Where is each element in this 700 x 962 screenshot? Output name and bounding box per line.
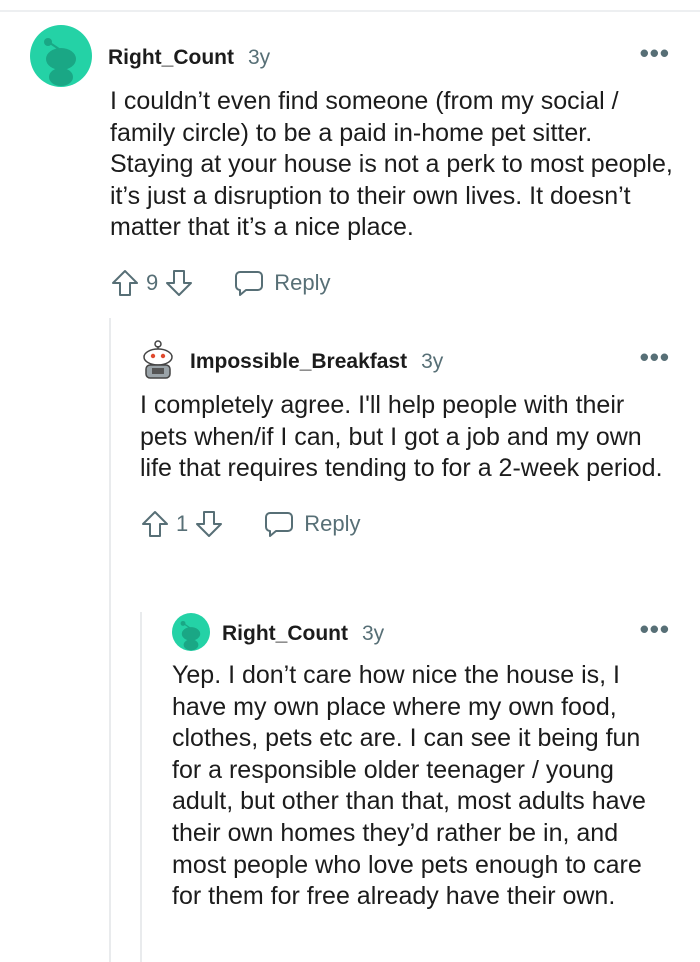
comment-actions: 9 Reply [110,268,670,298]
comment-body: Yep. I don’t care how nice the house is,… [172,661,646,911]
more-options-icon[interactable]: ••• [640,344,670,370]
comment-2: Impossible_Breakfast 3y ••• I completely… [140,339,670,539]
comment-3: Right_Count 3y ••• Yep. I don’t care how… [172,612,670,913]
reply-button[interactable]: Reply [234,269,331,297]
comment-body: I couldn’t even find someone (from my so… [110,87,673,242]
comment-header: Right_Count 3y ••• [30,24,670,87]
reply-label: Reply [304,510,361,536]
vote-count: 9 [146,269,159,295]
avatar[interactable] [30,24,92,92]
comment-author[interactable]: Right_Count [108,46,234,70]
downvote-icon[interactable] [164,268,194,298]
reply-label: Reply [274,269,331,295]
vote-count: 1 [176,510,189,536]
more-options-icon[interactable]: ••• [640,40,670,66]
comment-author[interactable]: Right_Count [222,622,348,646]
comment-age: 3y [361,622,385,645]
comment-header: Impossible_Breakfast 3y ••• [140,339,670,385]
comment-1: Right_Count 3y ••• I couldn’t even find … [30,24,673,298]
avatar[interactable] [140,339,176,385]
reply-icon [265,511,294,537]
top-divider [0,10,700,12]
comment-author[interactable]: Impossible_Breakfast [190,350,407,374]
reply-icon [235,270,264,296]
snoo-avatar-custom-icon [143,339,173,379]
downvote-icon[interactable] [194,509,224,539]
avatar[interactable] [172,612,210,656]
snoo-avatar-icon [172,612,210,651]
upvote-icon[interactable] [110,268,140,298]
upvote-icon[interactable] [140,509,170,539]
comment-actions: 1 Reply [140,509,670,539]
thread-line-level-2[interactable] [140,612,142,962]
comment-age: 3y [247,46,271,69]
comment-body: I completely agree. I'll help people wit… [140,391,663,483]
thread-line-level-1[interactable] [109,318,111,962]
snoo-avatar-icon [30,24,92,87]
more-options-icon[interactable]: ••• [640,616,670,642]
comment-header: Right_Count 3y ••• [172,612,670,656]
reply-button[interactable]: Reply [264,510,361,538]
comment-age: 3y [421,350,444,373]
